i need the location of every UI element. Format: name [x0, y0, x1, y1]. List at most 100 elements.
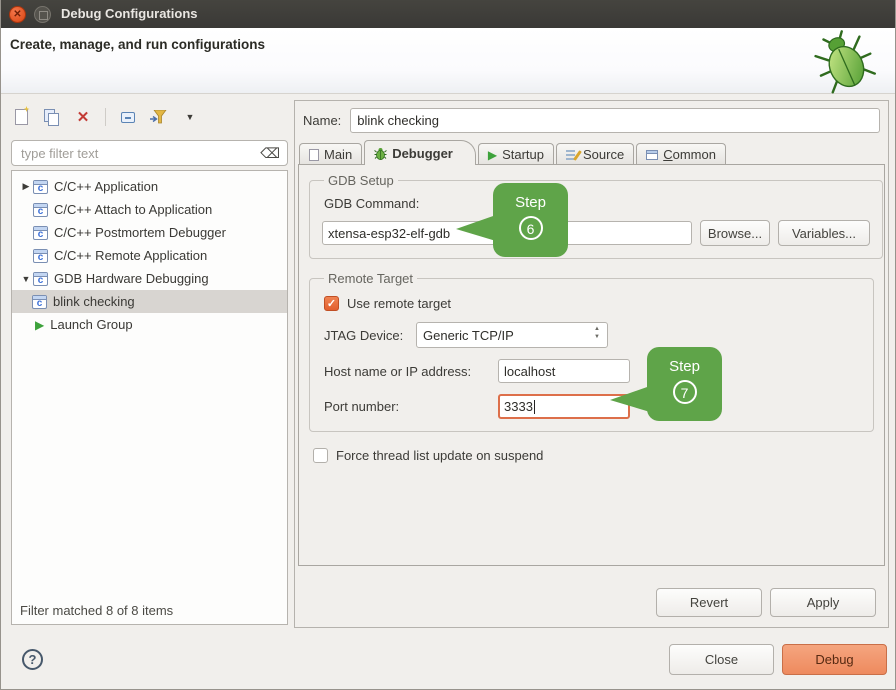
name-input[interactable] [350, 108, 880, 133]
tab-label: Source [583, 147, 624, 162]
host-label: Host name or IP address: [324, 364, 498, 379]
step-number: 7 [673, 380, 697, 404]
toolbar-separator [105, 108, 106, 126]
step-label: Step [647, 358, 722, 375]
tab-main[interactable]: Main [299, 143, 362, 165]
text-caret [534, 400, 535, 414]
panel-actions: Revert Apply [656, 588, 876, 617]
filter-status-text: Filter matched 8 of 8 items [20, 603, 173, 618]
browse-button[interactable]: Browse... [700, 220, 770, 246]
apply-button[interactable]: Apply [770, 588, 876, 617]
step-label: Step [493, 194, 568, 211]
variables-button[interactable]: Variables... [778, 220, 870, 246]
tree-item-cpp-application[interactable]: ▶ c C/C++ Application [12, 175, 287, 198]
debug-configurations-dialog: ✕ Debug Configurations Create, manage, a… [0, 0, 896, 690]
use-remote-label: Use remote target [347, 296, 451, 311]
c-application-icon: c [33, 272, 48, 286]
tab-label: Common [663, 147, 716, 162]
new-configuration-button[interactable] [11, 107, 31, 127]
port-label: Port number: [324, 399, 498, 414]
spinner-icons: ▲ ▼ [594, 326, 600, 340]
force-thread-checkbox[interactable] [313, 448, 328, 463]
collapse-all-icon [121, 112, 135, 123]
delete-icon: ✕ [77, 110, 90, 125]
step-number: 6 [519, 216, 543, 240]
jtag-device-value: Generic TCP/IP [423, 328, 514, 343]
gdb-setup-group: GDB Setup GDB Command: Browse... Variabl… [309, 173, 883, 259]
twisty-collapsed-icon[interactable]: ▶ [19, 181, 33, 192]
tree-item-cpp-remote[interactable]: c C/C++ Remote Application [12, 244, 287, 267]
step-7-callout: Step 7 [647, 347, 722, 421]
step-6-callout: Step 6 [493, 183, 568, 257]
remote-target-group: Remote Target ✓ Use remote target JTAG D… [309, 271, 874, 432]
host-input[interactable] [498, 359, 630, 383]
revert-button[interactable]: Revert [656, 588, 762, 617]
window-restore-button[interactable] [34, 6, 51, 23]
tree-item-label: C/C++ Application [54, 179, 158, 194]
tree-item-cpp-postmortem[interactable]: c C/C++ Postmortem Debugger [12, 221, 287, 244]
toolbar-menu-button[interactable]: ▼ [180, 107, 200, 127]
tab-debugger[interactable]: Debugger [364, 140, 476, 165]
tree-item-label: Launch Group [50, 317, 132, 332]
tab-label: Main [324, 147, 352, 162]
name-label: Name: [303, 113, 341, 128]
callout-tail [610, 384, 650, 416]
c-application-icon: c [32, 295, 47, 309]
jtag-device-row: JTAG Device: Generic TCP/IP ▲ ▼ [324, 322, 861, 348]
new-configuration-icon [15, 109, 28, 125]
window-title: Debug Configurations [61, 0, 198, 28]
configurations-toolbar: ✕ ▼ [11, 104, 200, 130]
configuration-tabs: Main Debugger ▶ S [299, 140, 884, 165]
port-value: 3333 [504, 399, 533, 414]
tree-item-blink-checking[interactable]: c blink checking [12, 290, 287, 313]
tab-startup[interactable]: ▶ Startup [478, 143, 554, 165]
startup-tab-icon: ▶ [488, 148, 497, 162]
host-row: Host name or IP address: [324, 359, 861, 383]
duplicate-configuration-button[interactable] [42, 107, 62, 127]
filter-input[interactable] [19, 145, 260, 162]
c-application-icon: c [33, 249, 48, 263]
debugger-tab-bug-icon [374, 147, 387, 160]
tree-item-label: blink checking [53, 294, 135, 309]
dialog-body: ✕ ▼ ⌫ ▶ c C/C++ Application [1, 94, 895, 689]
force-thread-row: Force thread list update on suspend [313, 448, 874, 463]
launch-group-icon: ▶ [35, 318, 44, 332]
gdb-setup-legend: GDB Setup [324, 173, 398, 188]
force-thread-label: Force thread list update on suspend [336, 448, 543, 463]
debug-bug-icon [805, 22, 882, 100]
c-application-icon: c [33, 203, 48, 217]
window-close-button[interactable]: ✕ [9, 6, 26, 23]
use-remote-checkbox[interactable]: ✓ [324, 296, 339, 311]
clear-filter-icon[interactable]: ⌫ [260, 146, 280, 160]
common-tab-icon [646, 150, 658, 160]
jtag-device-select[interactable]: Generic TCP/IP ▲ ▼ [416, 322, 608, 348]
filter-field: ⌫ [11, 140, 288, 166]
configuration-tree: ▶ c C/C++ Application c C/C++ Attach to … [11, 170, 288, 625]
remote-target-legend: Remote Target [324, 271, 417, 286]
source-tab-icon [566, 149, 578, 161]
configuration-detail-panel: Name: Main [294, 100, 889, 628]
filter-configurations-button[interactable] [149, 107, 169, 127]
name-row: Name: [303, 108, 880, 133]
filter-icon [150, 110, 168, 125]
duplicate-icon [44, 109, 60, 126]
tree-item-launch-group[interactable]: ▶ Launch Group [12, 313, 287, 336]
twisty-expanded-icon[interactable]: ▼ [19, 274, 33, 284]
tree-item-label: C/C++ Postmortem Debugger [54, 225, 226, 240]
use-remote-row: ✓ Use remote target [324, 296, 861, 311]
debug-button[interactable]: Debug [782, 644, 887, 675]
gdb-command-label: GDB Command: [324, 196, 870, 211]
close-button[interactable]: Close [669, 644, 774, 675]
tab-common[interactable]: Common [636, 143, 726, 165]
tab-source[interactable]: Source [556, 143, 634, 165]
tab-label: Debugger [392, 146, 453, 161]
c-application-icon: c [33, 226, 48, 240]
dialog-header-title: Create, manage, and run configurations [10, 37, 265, 52]
tree-item-cpp-attach[interactable]: c C/C++ Attach to Application [12, 198, 287, 221]
c-application-icon: c [33, 180, 48, 194]
spinner-up-icon: ▲ [594, 326, 600, 332]
collapse-all-button[interactable] [118, 107, 138, 127]
dialog-header: Create, manage, and run configurations [1, 28, 895, 94]
tree-item-gdb-hardware[interactable]: ▼ c GDB Hardware Debugging [12, 267, 287, 290]
delete-configuration-button[interactable]: ✕ [73, 107, 93, 127]
